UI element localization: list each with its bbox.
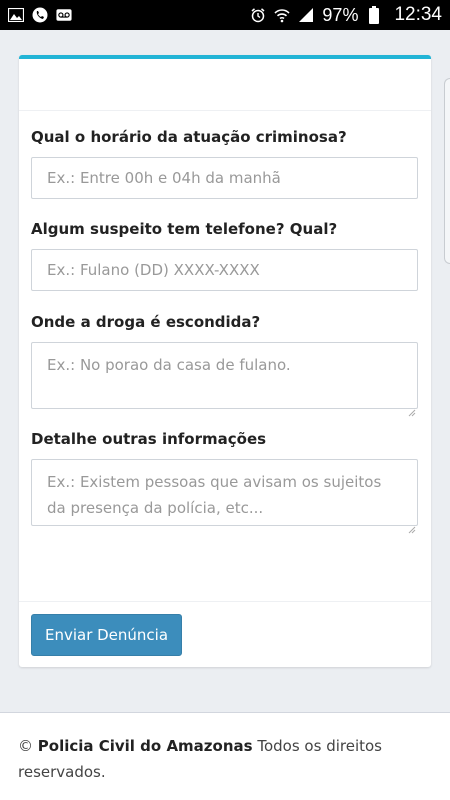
image-icon xyxy=(8,7,24,23)
other-info-placeholder: Ex.: Existem pessoas que avisam os sujei… xyxy=(47,473,382,517)
phone-input-placeholder: Ex.: Fulano (DD) XXXX-XXXX xyxy=(47,261,260,279)
footer-organization: Policia Civil do Amazonas xyxy=(37,737,253,755)
resize-grip-icon[interactable] xyxy=(408,516,416,534)
other-info-textarea[interactable]: Ex.: Existem pessoas que avisam os sujei… xyxy=(31,459,418,534)
report-form-card: Qual o horário da atuação criminosa? Ex.… xyxy=(19,55,431,667)
field-label-time: Qual o horário da atuação criminosa? xyxy=(31,128,347,146)
card-footer-divider xyxy=(19,601,431,602)
status-bar-right: 97% 12:34 xyxy=(250,4,442,26)
wifi-icon xyxy=(274,7,290,23)
clock-time: 12:34 xyxy=(394,4,442,25)
submit-report-button[interactable]: Enviar Denúncia xyxy=(31,614,182,656)
battery-percentage: 97% xyxy=(322,4,359,25)
field-label-phone: Algum suspeito tem telefone? Qual? xyxy=(31,220,338,238)
card-header xyxy=(19,59,431,111)
status-bar-left xyxy=(8,7,72,23)
phone-icon xyxy=(32,7,48,23)
status-bar: 97% 12:34 xyxy=(0,0,450,30)
resize-grip-icon[interactable] xyxy=(408,399,416,417)
alarm-icon xyxy=(250,7,266,23)
field-label-hiding-place: Onde a droga é escondida? xyxy=(31,313,261,331)
voicemail-icon xyxy=(56,7,72,23)
page-footer: © Policia Civil do Amazonas Todos os dir… xyxy=(0,712,450,800)
hiding-place-textarea[interactable]: Ex.: No porao da casa de fulano. xyxy=(31,342,418,417)
phone-input[interactable]: Ex.: Fulano (DD) XXXX-XXXX xyxy=(31,249,418,291)
hiding-place-placeholder: Ex.: No porao da casa de fulano. xyxy=(47,356,291,374)
field-label-other-info: Detalhe outras informações xyxy=(31,430,267,448)
copyright-symbol: © xyxy=(18,737,33,755)
time-input[interactable]: Ex.: Entre 00h e 04h da manhã xyxy=(31,157,418,199)
battery-icon xyxy=(366,6,382,24)
time-input-placeholder: Ex.: Entre 00h e 04h da manhã xyxy=(47,169,281,187)
edge-panel-handle[interactable] xyxy=(444,78,450,264)
signal-icon xyxy=(298,7,314,23)
